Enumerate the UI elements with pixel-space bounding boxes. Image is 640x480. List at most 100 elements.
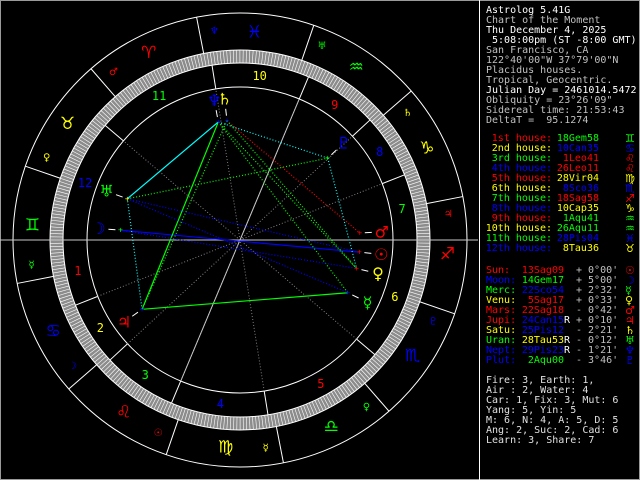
aspect-line-uranus-pluto xyxy=(127,157,328,200)
sun-connector xyxy=(364,252,372,254)
house-cusp-tick xyxy=(170,380,182,404)
info-panel: Astrolog 5.41G Chart of the Moment Thu Dec… xyxy=(479,0,640,480)
mercury-marker: + xyxy=(345,288,350,297)
pluto-icon: ♇ xyxy=(337,134,351,153)
house-number-11: 11 xyxy=(152,89,166,103)
mercury-icon: ☿ xyxy=(363,293,373,312)
virgo-sign-icon: ♍ xyxy=(218,438,233,458)
scorpio-sign-icon: ♏ xyxy=(405,346,420,366)
mars-icon: ♂ xyxy=(375,222,389,241)
sun-icon: ☉ xyxy=(374,245,388,264)
moon-connector xyxy=(108,228,116,231)
house-number-3: 3 xyxy=(142,368,149,382)
sign-boundary xyxy=(426,196,463,205)
saturn-connector xyxy=(225,108,227,116)
taurus-sign-icon: ♉ xyxy=(60,114,75,134)
house-cusp-value: 8Tau36 xyxy=(562,243,599,254)
moon-marker: + xyxy=(118,226,123,235)
taurus-sign-icon: ♉ xyxy=(625,242,635,255)
header-line: DeltaT = 95.1274 xyxy=(486,115,589,126)
aspect-line-jupiter-uranus xyxy=(126,198,143,310)
aquarius-sign-icon: ♒ xyxy=(349,57,364,77)
sagittarius-ruler-icon: ♃ xyxy=(444,209,453,220)
house-cusp-tick xyxy=(211,65,217,90)
house-number-10: 10 xyxy=(252,69,266,83)
house-number-1: 1 xyxy=(74,264,81,278)
house-cusp-tick xyxy=(382,174,405,185)
sign-boundary xyxy=(196,17,205,54)
uranus-marker: + xyxy=(125,194,130,203)
aspect-line-saturn-jupiter xyxy=(141,120,228,310)
gemini-ruler-icon: ☿ xyxy=(29,260,35,271)
venus-marker: + xyxy=(354,264,359,273)
sign-boundary xyxy=(165,419,179,455)
pluto-icon: ♇ xyxy=(625,354,635,367)
aspect-line-jupiter-neptune xyxy=(141,121,219,310)
leo-sign-icon: ♌ xyxy=(116,403,131,423)
jupiter-connector xyxy=(131,311,139,317)
moon-icon: ☽ xyxy=(91,219,105,238)
sun-marker: + xyxy=(357,248,362,257)
house-cusp-tick xyxy=(352,119,371,137)
house-cusp-tick xyxy=(75,295,98,306)
aries-ruler-icon: ♂ xyxy=(109,67,118,78)
mercury-connector xyxy=(352,294,359,299)
aspect-line-uranus-neptune xyxy=(126,121,219,200)
summary-line: Learn: 3, Share: 7 xyxy=(486,435,595,446)
libra-ruler-icon: ♀ xyxy=(363,402,370,413)
retrograde-flag: R xyxy=(564,315,571,326)
venus-connector xyxy=(361,269,369,272)
scorpio-ruler-icon: ♇ xyxy=(429,316,438,327)
venus-icon: ♀ xyxy=(372,264,384,283)
uranus-icon: ♅ xyxy=(99,182,113,201)
pisces-ruler-icon: ♆ xyxy=(210,26,219,37)
neptune-marker: + xyxy=(216,117,221,126)
mars-marker: + xyxy=(357,229,362,238)
aspect-line-neptune-mercury xyxy=(217,121,349,294)
gemini-sign-icon: ♊ xyxy=(25,216,40,236)
capricorn-sign-icon: ♑ xyxy=(419,139,434,159)
sagittarius-sign-icon: ♐ xyxy=(440,244,455,264)
house-number-2: 2 xyxy=(97,321,104,335)
sign-boundary xyxy=(25,165,61,179)
house-number-9: 9 xyxy=(331,98,338,112)
uranus-connector xyxy=(115,194,123,198)
taurus-ruler-icon: ♀ xyxy=(43,153,50,164)
house-cusp-tick xyxy=(356,338,376,356)
aries-sign-icon: ♈ xyxy=(141,43,156,63)
planet-position: 2Aqu00 xyxy=(527,355,564,366)
planet-name: Plut: xyxy=(486,355,517,366)
house-number-4: 4 xyxy=(217,397,224,411)
pluto-marker: + xyxy=(325,154,330,163)
house-label: 12th house: xyxy=(485,243,552,254)
aquarius-ruler-icon: ♅ xyxy=(317,41,326,52)
house-number-8: 8 xyxy=(376,145,383,159)
cancer-ruler-icon: ☽ xyxy=(68,361,77,372)
house-number-6: 6 xyxy=(391,290,398,304)
house-cusp-tick xyxy=(298,76,310,100)
leo-ruler-icon: ☉ xyxy=(154,428,163,439)
aspect-line-moon-venus xyxy=(120,229,357,269)
neptune-icon: ♆ xyxy=(207,91,221,110)
capricorn-ruler-icon: ♄ xyxy=(403,108,412,119)
sign-boundary xyxy=(17,275,54,284)
chart-wheel: ♈♂♉♀♊☿♋☽♌☉♍ ☿♎♀♏♇♐♃♑♄♒♅♓♆123456789101112+… xyxy=(0,12,478,468)
house-cusp-tick xyxy=(104,124,124,142)
house-cusp-tick xyxy=(263,390,269,415)
neptune-connector xyxy=(215,110,218,118)
sign-boundary xyxy=(275,426,284,463)
saturn-marker: + xyxy=(225,116,230,125)
sign-boundary xyxy=(301,25,315,61)
house-number-5: 5 xyxy=(317,377,324,391)
pisces-sign-icon: ♓ xyxy=(247,22,262,42)
jupiter-marker: + xyxy=(140,305,145,314)
virgo-ruler-icon: ☿ xyxy=(263,443,269,454)
sign-boundary xyxy=(419,301,455,315)
house-cusp-tick xyxy=(109,343,128,361)
aspect-line-jupiter-mercury xyxy=(141,292,348,310)
house-number-12: 12 xyxy=(78,176,92,190)
retrograde-flag: R xyxy=(564,345,571,356)
libra-sign-icon: ♎ xyxy=(324,417,339,437)
jupiter-icon: ♃ xyxy=(117,313,131,332)
house-number-7: 7 xyxy=(398,202,405,216)
